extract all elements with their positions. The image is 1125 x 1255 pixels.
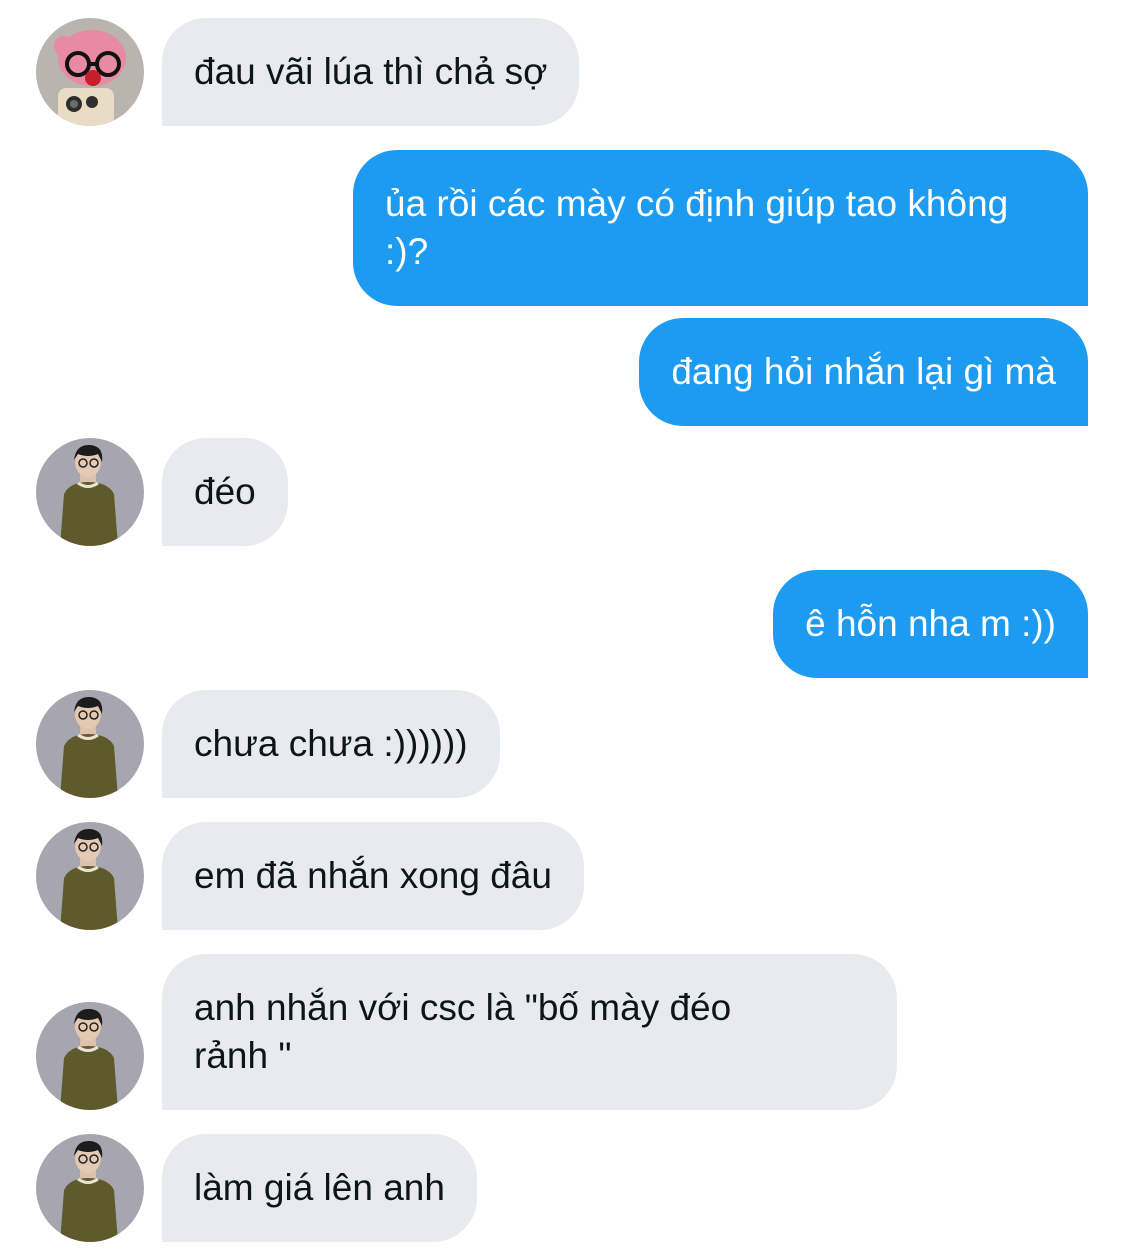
message-text: anh nhắn với csc là "bố mày đéo rảnh ": [194, 987, 732, 1076]
message-bubble-incoming[interactable]: đéo: [162, 438, 288, 546]
man-avatar-icon: [36, 1002, 144, 1110]
man-avatar-icon: [36, 690, 144, 798]
man-avatar-icon: [36, 438, 144, 546]
message-bubble-incoming[interactable]: chưa chưa :)))))): [162, 690, 500, 798]
message-text: đéo: [194, 471, 256, 512]
message-bubble-outgoing[interactable]: đang hỏi nhắn lại gì mà: [639, 318, 1088, 426]
man-avatar-icon: [36, 822, 144, 930]
sender-avatar-pink[interactable]: [36, 18, 144, 126]
message-bubble-outgoing[interactable]: ê hỗn nha m :)): [773, 570, 1088, 678]
man-avatar-icon: [36, 1134, 144, 1242]
sender-avatar-man[interactable]: [36, 1134, 144, 1242]
message-bubble-incoming[interactable]: làm giá lên anh: [162, 1134, 477, 1242]
message-text: làm giá lên anh: [194, 1167, 445, 1208]
message-text: chưa chưa :)))))): [194, 723, 468, 764]
pink-plush-avatar-icon: [36, 18, 144, 126]
message-text: đau vãi lúa thì chả sợ: [194, 51, 548, 92]
message-thread: đau vãi lúa thì chả sợ ủa rồi các mày có…: [0, 0, 1125, 1255]
message-text: em đã nhắn xong đâu: [194, 855, 552, 896]
sender-avatar-man[interactable]: [36, 1002, 144, 1110]
sender-avatar-man[interactable]: [36, 690, 144, 798]
message-text: ủa rồi các mày có định giúp tao không :)…: [385, 183, 1019, 272]
message-text: đang hỏi nhắn lại gì mà: [671, 351, 1056, 392]
message-bubble-incoming[interactable]: đau vãi lúa thì chả sợ: [162, 18, 580, 126]
message-text: ê hỗn nha m :)): [805, 603, 1056, 644]
sender-avatar-man[interactable]: [36, 822, 144, 930]
message-bubble-outgoing[interactable]: ủa rồi các mày có định giúp tao không :)…: [353, 150, 1088, 306]
message-bubble-incoming[interactable]: em đã nhắn xong đâu: [162, 822, 584, 930]
message-bubble-incoming[interactable]: anh nhắn với csc là "bố mày đéo rảnh ": [162, 954, 897, 1110]
sender-avatar-man[interactable]: [36, 438, 144, 546]
